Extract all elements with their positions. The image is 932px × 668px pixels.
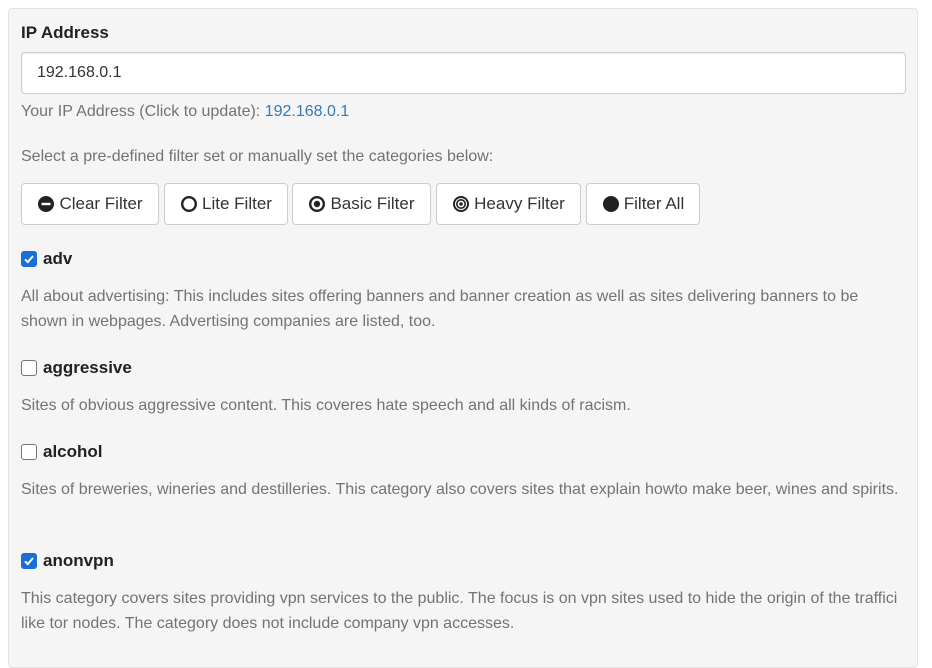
ip-help-prefix: Your IP Address (Click to update): xyxy=(21,103,265,120)
heavy-filter-button[interactable]: Heavy Filter xyxy=(436,183,581,225)
ip-address-input[interactable] xyxy=(21,52,906,94)
update-ip-link[interactable]: 192.168.0.1 xyxy=(265,103,350,120)
category-aggressive: aggressive xyxy=(21,358,132,378)
circle-outline-icon xyxy=(181,195,198,213)
bullseye-icon xyxy=(453,196,470,212)
ip-help-text: Your IP Address (Click to update): 192.1… xyxy=(21,103,349,121)
clear-filter-button[interactable]: Clear Filter xyxy=(21,183,159,225)
preset-help-text: Select a pre-defined filter set or manua… xyxy=(21,148,494,165)
dot-circle-icon xyxy=(309,195,326,213)
category-aggressive-checkbox[interactable] xyxy=(21,360,37,376)
filter-settings-panel: IP Address Your IP Address (Click to upd… xyxy=(8,8,918,668)
category-description: Sites of obvious aggressive content. Thi… xyxy=(21,397,631,414)
category-adv-checkbox[interactable] xyxy=(21,251,37,267)
clear-filter-label: Clear Filter xyxy=(59,194,143,213)
category-description: This category covers sites providing vpn… xyxy=(21,590,898,632)
lite-filter-label: Lite Filter xyxy=(202,194,272,213)
checkmark-icon xyxy=(24,557,34,566)
checkmark-icon xyxy=(24,255,34,264)
category-name: aggressive xyxy=(43,358,132,377)
lite-filter-button[interactable]: Lite Filter xyxy=(164,183,288,225)
category-name: adv xyxy=(43,249,73,268)
filter-all-label: Filter All xyxy=(623,194,685,213)
category-name: anonvpn xyxy=(43,551,114,570)
category-alcohol-checkbox[interactable] xyxy=(21,444,37,460)
category-name: alcohol xyxy=(43,442,103,461)
category-anonvpn: anonvpn xyxy=(21,551,114,571)
filled-circle-icon xyxy=(602,196,619,212)
basic-filter-label: Basic Filter xyxy=(330,194,415,213)
ip-address-label: IP Address xyxy=(21,23,109,42)
category-anonvpn-checkbox[interactable] xyxy=(21,553,37,569)
category-description: All about advertising: This includes sit… xyxy=(21,288,859,330)
category-alcohol: alcohol xyxy=(21,442,103,462)
basic-filter-button[interactable]: Basic Filter xyxy=(292,183,431,225)
filter-all-button[interactable]: Filter All xyxy=(586,183,700,225)
category-adv: adv xyxy=(21,249,72,269)
category-description: Sites of breweries, wineries and destill… xyxy=(21,481,899,498)
heavy-filter-label: Heavy Filter xyxy=(474,194,565,213)
minus-circle-icon xyxy=(38,196,55,212)
